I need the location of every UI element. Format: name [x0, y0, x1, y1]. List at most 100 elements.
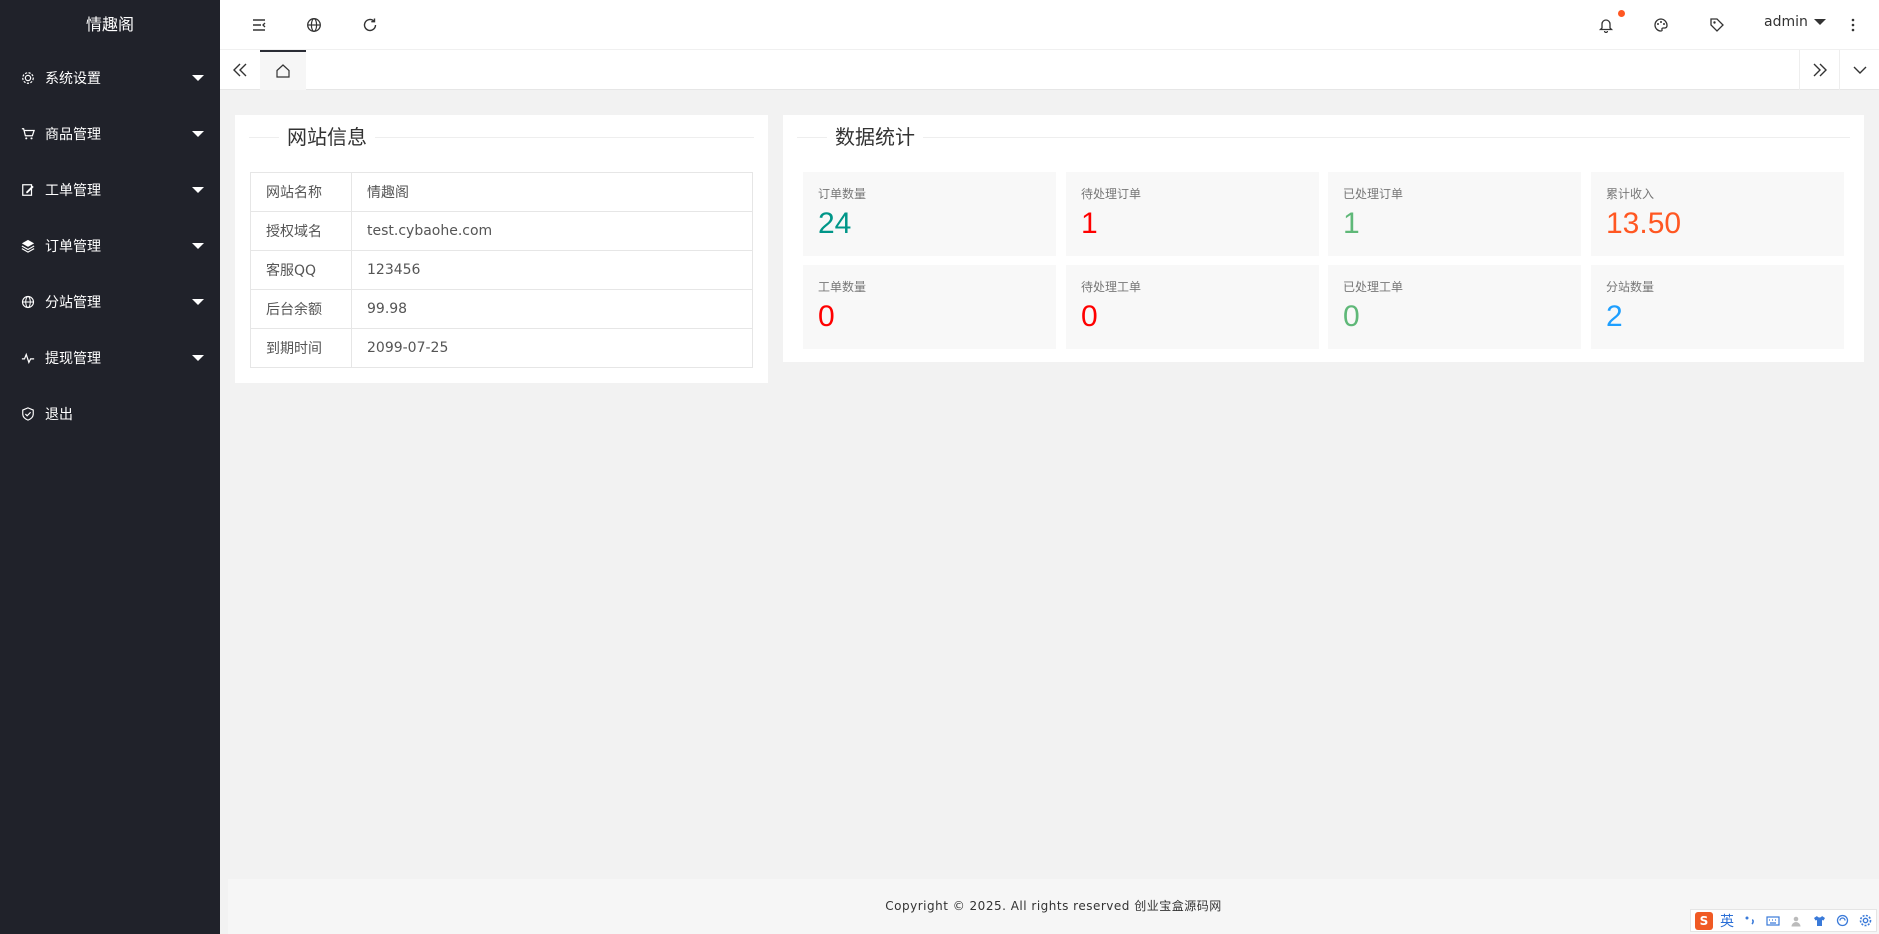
keyboard-icon[interactable]	[1764, 915, 1782, 927]
table-row: 网站名称 情趣阁	[250, 172, 753, 212]
stat-label: 待处理订单	[1081, 187, 1142, 201]
edit-icon	[20, 182, 36, 198]
sidebar-item-label: 系统设置	[45, 71, 101, 87]
stat-value: 13.50	[1606, 207, 1682, 240]
caret-down-icon	[1813, 19, 1826, 25]
punctuation-icon[interactable]	[1741, 915, 1759, 927]
globe-icon[interactable]	[303, 14, 325, 36]
sidebar-item-logout[interactable]: 退出	[0, 386, 220, 442]
stat-value: 1	[1081, 207, 1098, 240]
palette-icon[interactable]	[1650, 14, 1672, 36]
stat-label: 工单数量	[818, 280, 867, 294]
info-value: test.cybaohe.com	[351, 211, 753, 251]
info-key: 网站名称	[250, 172, 352, 212]
pulse-icon	[20, 350, 36, 366]
footer: Copyright © 2025. All rights reserved 创业…	[228, 879, 1879, 934]
copyright-text: Copyright © 2025. All rights reserved 创业…	[885, 899, 1222, 913]
stat-ticket-count: 工单数量 0	[803, 265, 1056, 349]
username: admin	[1764, 14, 1808, 30]
stat-label: 已处理订单	[1343, 187, 1404, 201]
skin-shirt-icon[interactable]	[1810, 915, 1828, 927]
shield-check-icon	[20, 406, 36, 422]
refresh-icon[interactable]	[359, 14, 381, 36]
site-info-card: 网站信息 网站名称 情趣阁 授权域名 test.cybaohe.com 客服QQ…	[235, 115, 768, 383]
stat-value: 0	[1081, 300, 1098, 333]
info-key: 授权域名	[250, 211, 352, 251]
stat-processed-tickets: 已处理工单 0	[1328, 265, 1581, 349]
stats-card: 数据统计 订单数量 24 待处理订单 1 已处理订单 1 累计收入 13.50 …	[783, 115, 1864, 362]
table-row: 后台余额 99.98	[250, 289, 753, 329]
sidebar-item-substations[interactable]: 分站管理	[0, 274, 220, 330]
card-title: 网站信息	[279, 125, 375, 149]
user-icon[interactable]	[1787, 915, 1805, 927]
caret-down-icon	[192, 355, 204, 361]
home-icon	[276, 64, 290, 78]
ai-swirl-icon[interactable]	[1833, 914, 1851, 927]
sidebar-item-withdrawals[interactable]: 提现管理	[0, 330, 220, 386]
sidebar-item-orders[interactable]: 订单管理	[0, 218, 220, 274]
stat-value: 1	[1343, 207, 1360, 240]
user-menu[interactable]: admin	[1764, 14, 1826, 30]
info-key: 客服QQ	[250, 250, 352, 290]
card-title-line: 网站信息	[249, 125, 754, 149]
app-logo[interactable]: 情趣阁	[0, 0, 220, 50]
tabs-dropdown-icon[interactable]	[1839, 50, 1879, 90]
tabs-scroll-right-icon[interactable]	[1799, 50, 1839, 90]
stat-value: 2	[1606, 300, 1623, 333]
stat-processed-orders: 已处理订单 1	[1328, 172, 1581, 256]
sidebar: 情趣阁 系统设置 商品管理 工单管理 订单管理 分站管理 提现管理 退出	[0, 0, 220, 934]
stat-value: 0	[818, 300, 835, 333]
info-key: 到期时间	[250, 328, 352, 368]
sidebar-item-products[interactable]: 商品管理	[0, 106, 220, 162]
tag-icon[interactable]	[1706, 14, 1728, 36]
stat-substation-count: 分站数量 2	[1591, 265, 1844, 349]
stat-label: 累计收入	[1606, 187, 1655, 201]
info-value: 99.98	[351, 289, 753, 329]
caret-down-icon	[192, 299, 204, 305]
stat-pending-orders: 待处理订单 1	[1066, 172, 1319, 256]
caret-down-icon	[192, 131, 204, 137]
ime-logo[interactable]: S	[1695, 911, 1713, 930]
gear-icon[interactable]	[1856, 914, 1874, 927]
info-value: 123456	[351, 250, 753, 290]
card-title-line: 数据统计	[797, 125, 1850, 149]
stat-value: 24	[818, 207, 852, 240]
sidebar-item-label: 订单管理	[45, 239, 101, 255]
stat-pending-tickets: 待处理工单 0	[1066, 265, 1319, 349]
stat-value: 0	[1343, 300, 1360, 333]
ime-toolbar: S 英	[1690, 909, 1877, 932]
sidebar-item-tickets[interactable]: 工单管理	[0, 162, 220, 218]
layers-icon	[20, 238, 36, 254]
globe-icon	[20, 294, 36, 310]
sidebar-item-label: 提现管理	[45, 351, 101, 367]
info-value: 情趣阁	[351, 172, 753, 212]
sidebar-item-label: 分站管理	[45, 295, 101, 311]
stat-label: 已处理工单	[1343, 280, 1404, 294]
card-title: 数据统计	[827, 125, 923, 149]
stat-label: 分站数量	[1606, 280, 1655, 294]
table-row: 到期时间 2099-07-25	[250, 328, 753, 368]
ime-language-toggle[interactable]: 英	[1718, 911, 1736, 931]
table-row: 客服QQ 123456	[250, 250, 753, 290]
info-value: 2099-07-25	[351, 328, 753, 368]
stat-label: 订单数量	[818, 187, 867, 201]
bell-icon[interactable]	[1595, 10, 1625, 36]
table-row: 授权域名 test.cybaohe.com	[250, 211, 753, 251]
gear-icon	[20, 70, 36, 86]
tabs-scroll-left-icon[interactable]	[220, 50, 260, 90]
tab-home[interactable]	[260, 50, 306, 90]
menu-fold-icon[interactable]	[248, 14, 270, 36]
top-header: admin	[220, 0, 1879, 50]
page-tabs-bar	[220, 50, 1879, 90]
info-key: 后台余额	[250, 289, 352, 329]
sidebar-item-label: 商品管理	[45, 127, 101, 143]
cart-icon	[20, 126, 36, 142]
more-vertical-icon[interactable]	[1842, 14, 1864, 36]
sidebar-item-label: 工单管理	[45, 183, 101, 199]
stat-label: 待处理工单	[1081, 280, 1142, 294]
stat-order-count: 订单数量 24	[803, 172, 1056, 256]
sidebar-item-system-settings[interactable]: 系统设置	[0, 50, 220, 106]
stat-total-income: 累计收入 13.50	[1591, 172, 1844, 256]
sidebar-item-label: 退出	[45, 407, 73, 423]
notification-dot	[1618, 10, 1625, 17]
